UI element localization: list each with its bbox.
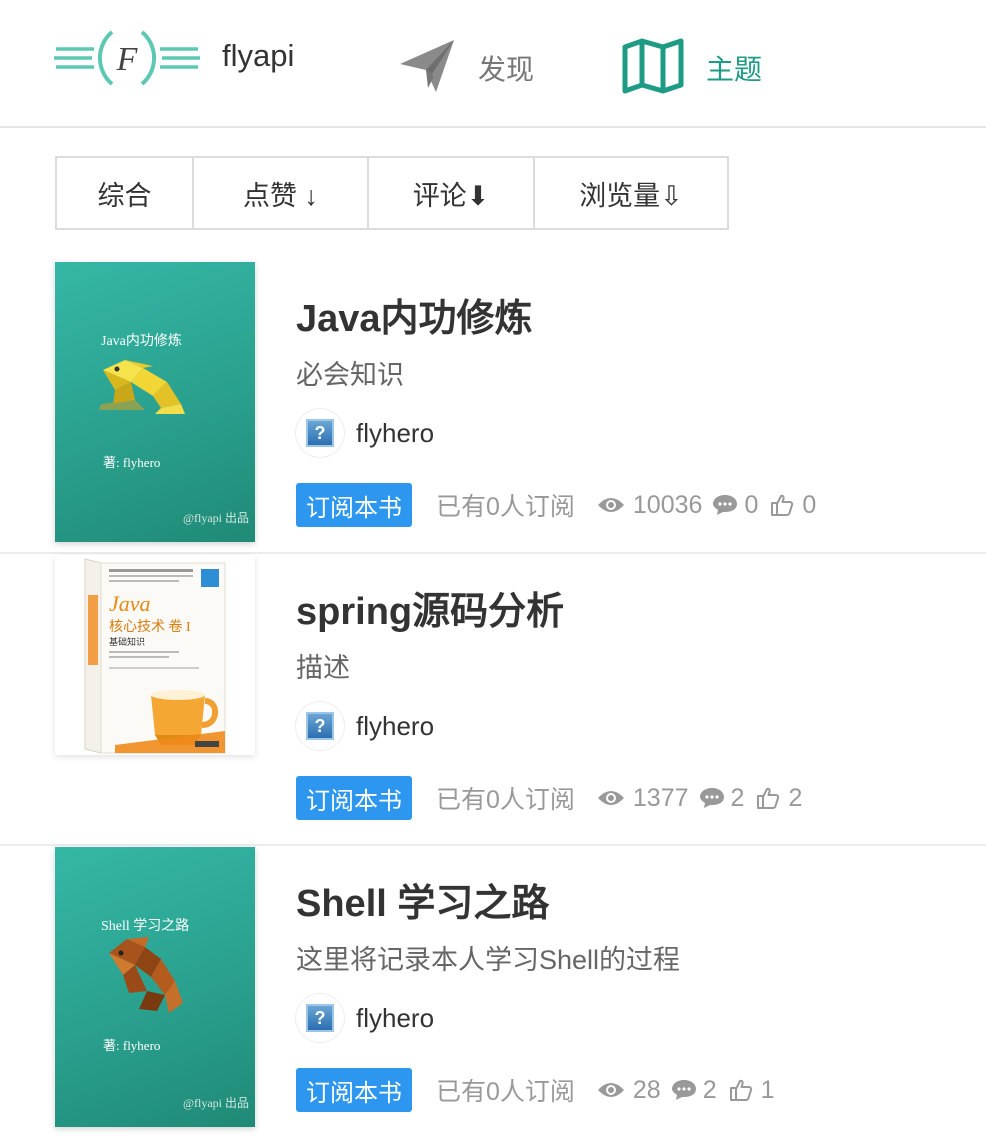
book-cover[interactable]: Java 核心技术 卷 I 基础知识 (55, 555, 255, 755)
avatar[interactable]: ? (296, 994, 344, 1042)
nav-discover-label: 发现 (478, 54, 535, 85)
subscriber-count: 已有0人订阅 (436, 493, 575, 521)
book-meta: 订阅本书 已有0人订阅 1377 2 2 (296, 776, 802, 820)
comments-count: 2 (730, 783, 745, 812)
thumbs-up-icon (771, 494, 794, 516)
views-count: 10036 (632, 490, 703, 519)
flyapi-logo[interactable]: F (54, 18, 200, 98)
comments-count: 2 (702, 1075, 717, 1104)
cover-java-sub2: 基础知识 (109, 636, 145, 647)
author-name[interactable]: flyhero (356, 418, 434, 449)
sort-tabs: 综合 点赞 ↓ 评论⬇ 浏览量⇩ (55, 156, 729, 230)
views-stat: 1377 (597, 784, 689, 813)
cover-publisher: @flyapi 出品 (182, 1096, 249, 1110)
eye-icon (597, 498, 624, 512)
thumbs-up-icon (729, 1079, 752, 1101)
frog-illustration (99, 360, 185, 414)
views-stat: 10036 (597, 490, 703, 520)
sort-tab-overall[interactable]: 综合 (57, 158, 194, 228)
book-cover[interactable]: Java内功修炼 著: flyhero @flyapi 出品 (55, 262, 255, 542)
sort-tab-comments[interactable]: 评论⬇ (369, 158, 535, 228)
comment-icon (713, 495, 738, 515)
views-count: 28 (632, 1075, 661, 1104)
nav-discover[interactable]: 发现 (398, 38, 534, 98)
book-item: Java内功修炼 著: flyhero @flyapi 出品 Java内功修炼 … (0, 261, 986, 554)
subscriber-count: 已有0人订阅 (436, 786, 575, 814)
book-cover[interactable]: Shell 学习之路 著: flyhero @flyapi 出品 (55, 847, 255, 1127)
subscriber-count: 已有0人订阅 (436, 1078, 575, 1106)
cover-java-subtitle: 核心技术 卷 I (109, 619, 191, 635)
likes-stat: 0 (770, 491, 816, 520)
thumbs-up-icon (757, 787, 780, 809)
map-icon (622, 38, 684, 99)
book-item: Java 核心技术 卷 I 基础知识 spring源码分析 描述 ? flyhe… (0, 554, 986, 846)
avatar[interactable]: ? (296, 409, 344, 457)
subscribe-button[interactable]: 订阅本书 (296, 483, 412, 527)
book-meta: 订阅本书 已有0人订阅 28 2 1 (296, 1068, 775, 1112)
author-name[interactable]: flyhero (356, 1003, 434, 1034)
cover-title: Java内功修炼 (101, 334, 182, 349)
cover-title: Shell 学习之路 (101, 919, 190, 934)
book-description: 描述 (296, 653, 350, 683)
cover-java-title: Java (109, 591, 151, 616)
comments-stat: 2 (699, 783, 745, 813)
subscribe-button[interactable]: 订阅本书 (296, 776, 412, 820)
book-author[interactable]: ? flyhero (296, 407, 434, 459)
likes-count: 2 (788, 783, 803, 812)
author-name[interactable]: flyhero (356, 711, 434, 742)
book-description: 这里将记录本人学习Shell的过程 (296, 945, 681, 975)
likes-stat: 1 (729, 1076, 775, 1105)
book-item: Shell 学习之路 著: flyhero @flyapi 出品 Shell 学… (0, 846, 986, 1138)
sort-tab-likes[interactable]: 点赞 ↓ (194, 158, 369, 228)
nav-topic-label: 主题 (706, 54, 763, 85)
comment-icon (699, 788, 724, 808)
book-author[interactable]: ? flyhero (296, 700, 434, 752)
placeholder-avatar-icon: ? (306, 712, 334, 740)
monkey-illustration (109, 937, 183, 1013)
book-author[interactable]: ? flyhero (296, 992, 434, 1044)
logo-letter: F (116, 41, 139, 78)
eye-icon (597, 791, 624, 805)
eye-icon (597, 1083, 624, 1097)
cover-author: 著: flyhero (103, 1038, 161, 1053)
cover-author: 著: flyhero (103, 455, 161, 470)
java-book-illustration: Java 核心技术 卷 I 基础知识 (84, 558, 226, 754)
comment-icon (671, 1080, 696, 1100)
subscribe-button[interactable]: 订阅本书 (296, 1068, 412, 1112)
likes-count: 1 (760, 1075, 775, 1104)
book-title[interactable]: Shell 学习之路 (296, 872, 549, 927)
comments-count: 0 (744, 490, 759, 519)
paper-plane-icon (398, 38, 456, 99)
likes-count: 0 (802, 490, 817, 519)
comments-stat: 0 (712, 491, 758, 520)
nav-topic[interactable]: 主题 (622, 38, 762, 98)
book-title[interactable]: Java内功修炼 (296, 287, 533, 342)
sort-tab-views[interactable]: 浏览量⇩ (535, 158, 727, 228)
likes-stat: 2 (756, 784, 802, 813)
comments-stat: 2 (671, 1076, 717, 1105)
top-header: F flyapi 发现 主题 (0, 0, 986, 128)
cover-publisher: @flyapi 出品 (182, 511, 249, 525)
placeholder-avatar-icon: ? (306, 1004, 334, 1032)
book-description: 必会知识 (296, 360, 404, 390)
placeholder-avatar-icon: ? (306, 419, 334, 447)
avatar[interactable]: ? (296, 702, 344, 750)
book-meta: 订阅本书 已有0人订阅 10036 0 0 (296, 483, 816, 527)
brand-name[interactable]: flyapi (222, 38, 294, 74)
views-stat: 28 (597, 1076, 661, 1105)
views-count: 1377 (632, 783, 689, 812)
book-title[interactable]: spring源码分析 (296, 580, 564, 635)
